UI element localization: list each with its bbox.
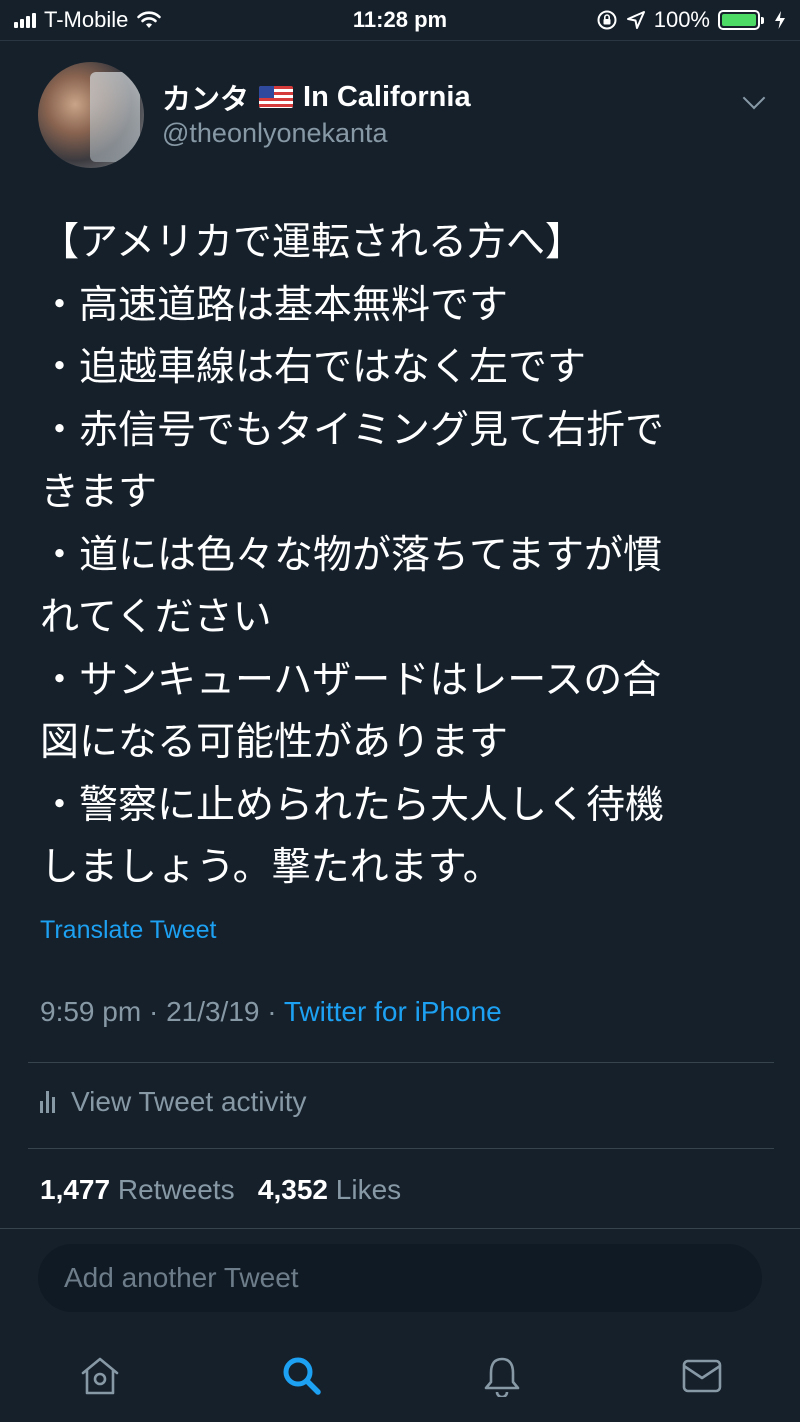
status-bar-left: T-Mobile [14,7,162,33]
tweet-text-line: ・サンキューハザードはレースの合 [40,657,662,703]
tweet-detail-screen: T-Mobile 11:28 pm 100% カンタ In California… [0,0,800,1422]
translate-tweet-link[interactable]: Translate Tweet [40,916,216,945]
tweet-text-line: ・赤信号でもタイミング見て右折で [40,407,665,453]
tweet-date: 21/3/19 [166,996,260,1027]
reply-placeholder: Add another Tweet [64,1262,299,1293]
tab-home[interactable] [50,1330,150,1422]
display-name-location: In California [303,80,471,113]
activity-chart-icon [40,1091,55,1113]
view-tweet-activity-button[interactable]: View Tweet activity [40,1086,307,1118]
tweet-text-line: 図になる可能性があります [40,720,509,765]
tweet-source-link[interactable]: Twitter for iPhone [284,996,502,1027]
tab-notifications[interactable] [452,1330,552,1422]
display-name[interactable]: カンタ In California [162,76,471,118]
tweet-text-line: ・追越車線は右ではなく左です [40,345,587,390]
battery-level [722,14,756,26]
likes-stat[interactable]: 4,352 Likes [258,1174,401,1205]
battery-percent: 100% [653,7,710,32]
divider [28,1148,774,1149]
tab-bar [0,1330,800,1422]
retweets-stat[interactable]: 1,477 Retweets [40,1174,235,1205]
status-bar-divider [0,40,800,41]
tab-search[interactable] [252,1330,352,1422]
tweet-text-line: きます [40,470,158,515]
tweet-text-line: ・道には色々な物が落ちてますが慣 [40,532,663,578]
tweet-text-line: しましょう。撃たれます。 [40,845,502,890]
avatar[interactable] [38,62,144,168]
status-bar: T-Mobile 11:28 pm 100% [0,0,800,40]
search-icon [283,1357,321,1395]
tweet-text-line: ・高速道路は基本無料です [40,282,509,328]
add-another-tweet-input[interactable]: Add another Tweet [38,1244,762,1312]
messages-icon [682,1359,722,1393]
likes-label: Likes [335,1174,402,1205]
wifi-icon [137,11,162,28]
tweet-meta: 9:59 pm · 21/3/19 · Twitter for iPhone [40,996,502,1028]
tweet-header: カンタ In California @theonlyonekanta [38,62,768,170]
retweets-label: Retweets [117,1174,235,1205]
divider [0,1228,800,1229]
carrier-label: T-Mobile [44,7,129,32]
tweet-stats: 1,477 Retweets 4,352 Likes [40,1174,401,1206]
notifications-icon [484,1357,520,1397]
orientation-lock-icon [597,10,617,30]
signal-icon [14,12,36,28]
meta-separator: · [148,996,159,1027]
us-flag-icon [259,86,294,108]
home-icon [81,1357,119,1395]
status-bar-right: 100% [596,7,786,33]
likes-count: 4,352 [257,1174,328,1205]
tweet-text-line: ・警察に止められたら大人しく待機 [40,782,665,828]
tweet-time: 9:59 pm [40,996,142,1027]
tab-messages[interactable] [652,1330,752,1422]
display-name-text: カンタ [162,84,250,116]
location-arrow-icon [626,11,645,29]
tweet-text: 【アメリカで運転される方へ】 ・高速道路は基本無料です ・追越車線は右ではなく左… [40,212,770,900]
chevron-down-icon[interactable] [742,86,766,110]
tweet-text-line: れてください [40,595,272,640]
divider [28,1062,774,1063]
retweets-count: 1,477 [40,1174,111,1205]
user-handle[interactable]: @theonlyonekanta [162,118,388,149]
battery-icon [718,10,764,30]
activity-label: View Tweet activity [71,1086,307,1117]
charging-bolt-icon [775,11,785,29]
tweet-text-line: 【アメリカで運転される方へ】 [40,220,585,265]
meta-separator: · [267,996,277,1027]
